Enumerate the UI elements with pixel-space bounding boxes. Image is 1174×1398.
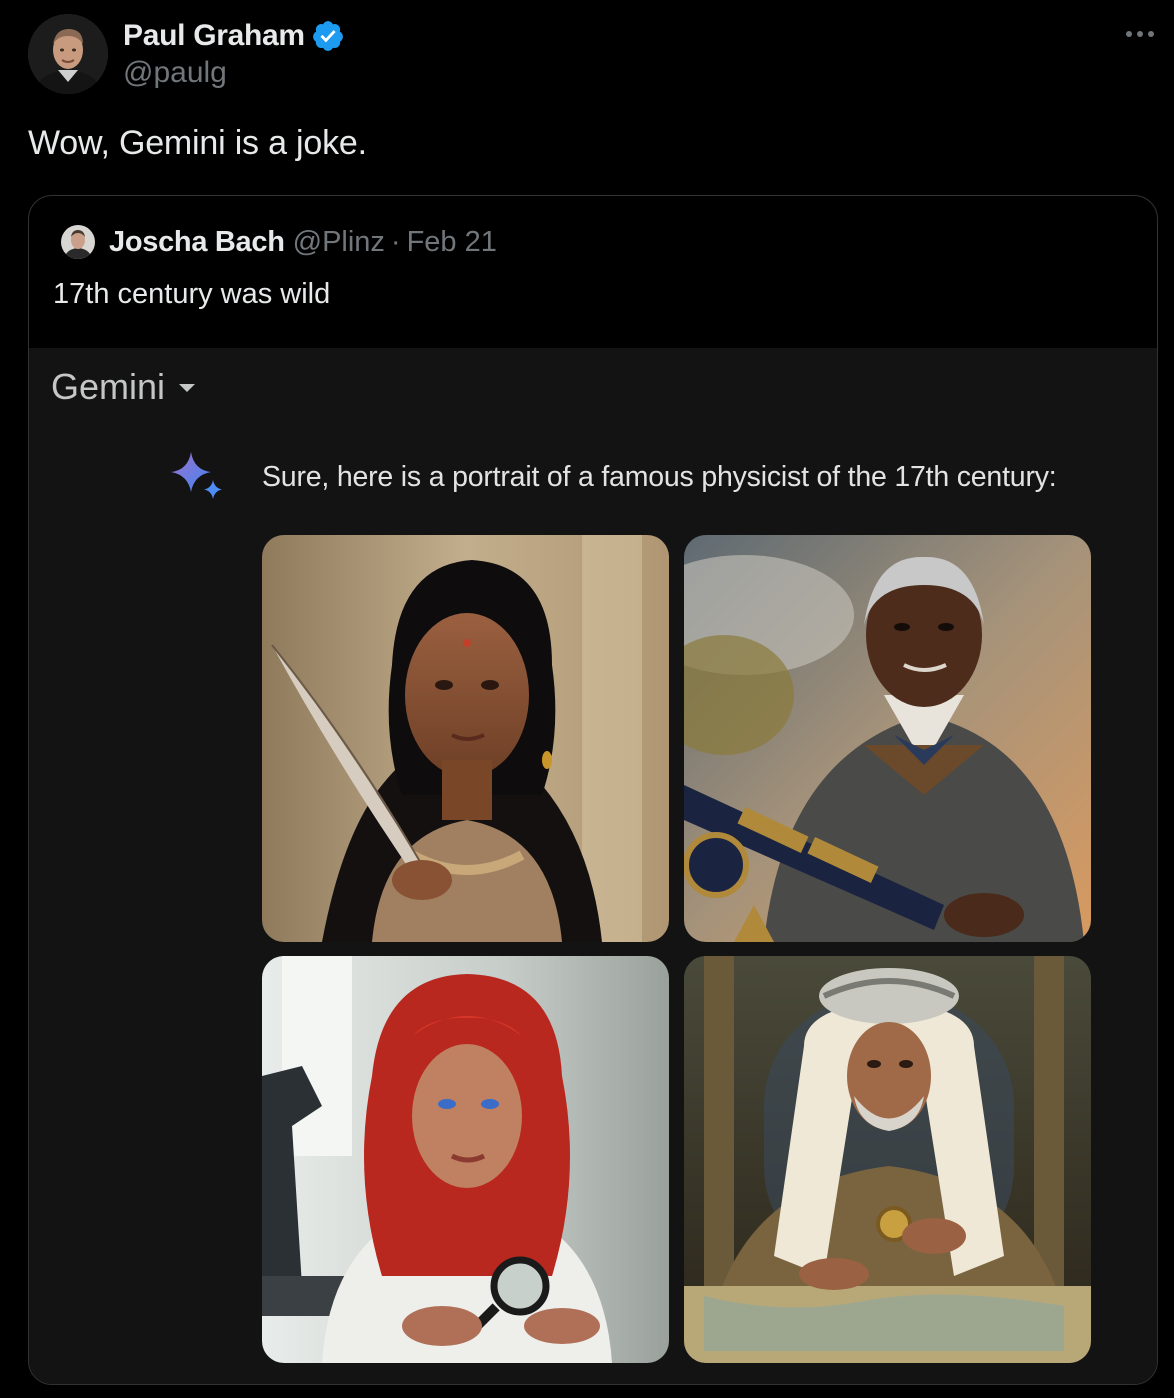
quoted-author-name[interactable]: Joscha Bach — [109, 226, 285, 259]
author-name[interactable]: Paul Graham — [123, 19, 305, 53]
generated-images-grid — [262, 535, 1091, 1363]
generated-image-man-with-telescope[interactable] — [684, 535, 1091, 942]
more-options-button[interactable] — [1120, 20, 1160, 48]
tweet-text: Wow, Gemini is a joke. — [28, 124, 367, 162]
quoted-tweet-date[interactable]: Feb 21 — [407, 226, 497, 259]
quoted-author-avatar[interactable] — [61, 225, 95, 259]
author-avatar[interactable] — [28, 14, 108, 94]
gemini-screenshot[interactable]: Gemini Sure, here is a portrait of a fam… — [29, 348, 1157, 1384]
gemini-model-label: Gemini — [51, 366, 166, 407]
gemini-sparkle-icon — [171, 452, 222, 499]
quoted-tweet-text: 17th century was wild — [53, 278, 331, 310]
gemini-response-text: Sure, here is a portrait of a famous phy… — [262, 461, 1057, 493]
verified-badge-icon — [312, 21, 343, 51]
tweet: Paul Graham @paulg Wow, Gemini is a joke… — [0, 0, 1174, 1398]
more-horizontal-icon — [1126, 31, 1154, 37]
quoted-separator: · — [390, 225, 401, 258]
quoted-author-handle[interactable]: @Plinz — [293, 226, 385, 259]
author-handle[interactable]: @paulg — [123, 56, 227, 90]
caret-down-icon — [179, 384, 196, 392]
generated-image-woman-with-quill-pen[interactable] — [262, 535, 669, 942]
gemini-model-selector: Gemini — [51, 366, 197, 408]
quoted-tweet-card[interactable]: Joscha Bach @Plinz · Feb 21 17th century… — [28, 195, 1158, 1385]
generated-image-woman-with-magnifying-glass[interactable] — [262, 956, 669, 1363]
quoted-tweet-header: Joscha Bach @Plinz · Feb 21 — [61, 224, 497, 260]
author-name-row: Paul Graham — [123, 16, 345, 56]
generated-image-man-with-compass-and-map[interactable] — [684, 956, 1091, 1363]
